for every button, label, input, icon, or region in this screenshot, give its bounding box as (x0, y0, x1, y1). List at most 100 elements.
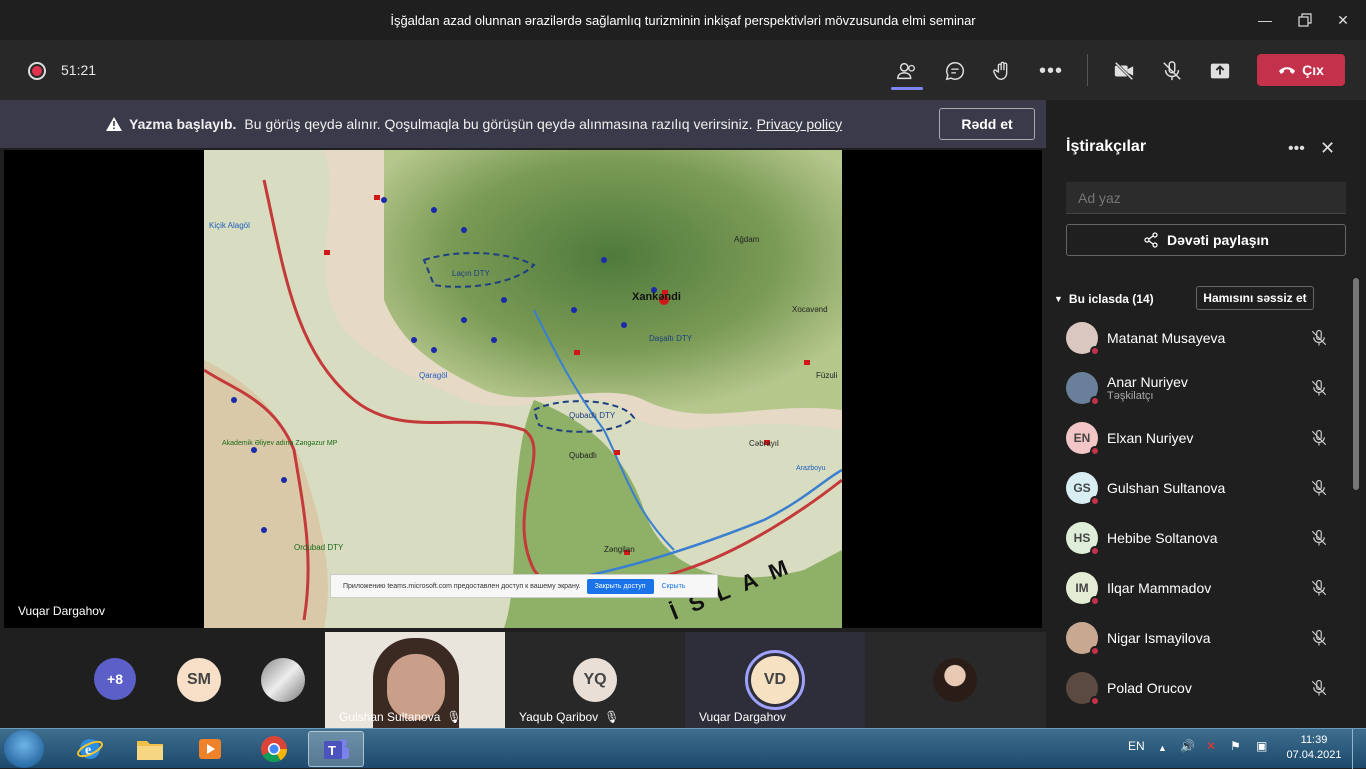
chat-button[interactable] (942, 58, 968, 84)
video-tile[interactable] (865, 632, 1046, 728)
presence-status-icon (1090, 696, 1100, 706)
map-label-xocavend: Xocavənd (792, 305, 828, 314)
presence-status-icon (1090, 596, 1100, 606)
tile-name-label: Gulshan Sultanova 🎙 (339, 710, 462, 724)
mic-off-icon[interactable] (1310, 529, 1328, 547)
participant-text: Matanat Musayeva (1098, 330, 1225, 346)
avatar: HS (1066, 522, 1100, 556)
raise-hand-button[interactable] (990, 58, 1016, 84)
participant-name: Nigar Ismayilova (1107, 630, 1211, 646)
camera-toggle-button[interactable] (1111, 58, 1137, 84)
map-label-qubadli: Qubadlı DTY (569, 411, 616, 420)
show-desktop-button[interactable] (1352, 729, 1366, 769)
participant-row[interactable]: Anar Nuriyev Təşkilatçı (1066, 363, 1346, 413)
tile-name-label: Vuqar Dargahov (699, 710, 786, 724)
panel-scrollbar[interactable] (1353, 278, 1359, 490)
avatar (1066, 672, 1100, 706)
mic-off-icon[interactable] (1310, 329, 1328, 347)
share-invite-button[interactable]: Dəvəti paylaşın (1066, 224, 1346, 256)
toolbar-divider (1087, 54, 1088, 86)
clock-date: 07.04.2021 (1286, 749, 1342, 761)
privacy-policy-link[interactable]: Privacy policy (757, 116, 843, 132)
avatar-initials: HS (1073, 531, 1091, 545)
video-gallery: +8 SM Gulshan Sultanova 🎙 YQ Yaqub Qarib… (0, 632, 1046, 734)
in-meeting-section-toggle[interactable]: ▼ Bu iclasda (14) (1054, 292, 1154, 306)
presence-status-icon (1090, 396, 1100, 406)
participant-row[interactable]: IM Ilqar Mammadov (1066, 563, 1346, 613)
map-label-arazboyu: Arazboyu (796, 465, 826, 472)
presence-status-icon (1090, 646, 1100, 656)
map-label-daslin: Daşaltı DTY (649, 334, 693, 343)
taskbar-explorer[interactable] (122, 731, 178, 767)
avatar: EN (1066, 422, 1100, 456)
shared-map-image: Xankəndi Laçın DTY Qubadlı DTY Kiçik Ala… (204, 150, 842, 628)
mic-off-icon[interactable] (1310, 379, 1328, 397)
video-tile[interactable]: YQ Yaqub Qaribov 🎙 (505, 632, 685, 728)
leave-button[interactable]: Çıx (1257, 54, 1345, 86)
taskbar-ie[interactable]: e (62, 731, 118, 767)
taskbar-chrome[interactable] (246, 731, 302, 767)
mic-toggle-button[interactable] (1159, 58, 1185, 84)
warning-icon (106, 117, 122, 131)
system-clock[interactable]: 11:39 07.04.2021 (1284, 733, 1344, 763)
volume-icon[interactable]: 🔊 (1180, 739, 1195, 753)
close-window-button[interactable]: ✕ (1320, 0, 1366, 40)
show-hidden-icons-icon[interactable]: ▲ (1158, 743, 1167, 753)
avatar[interactable]: SM (177, 658, 221, 702)
participant-row[interactable]: Polad Orucov (1066, 663, 1346, 713)
avatar-initials: GS (1073, 481, 1091, 495)
mic-off-icon[interactable] (1310, 629, 1328, 647)
section-label: Bu iclasda (14) (1068, 292, 1154, 306)
participant-search-input[interactable] (1066, 182, 1346, 214)
presence-status-icon (1090, 446, 1100, 456)
mic-off-icon[interactable] (1310, 579, 1328, 597)
participant-row[interactable]: Nigar Ismayilova (1066, 613, 1346, 663)
more-participants-badge[interactable]: +8 (94, 658, 136, 700)
participant-row[interactable]: EN Elxan Nuriyev (1066, 413, 1346, 463)
tile-name-label: Yaqub Qaribov 🎙 (519, 710, 619, 724)
ellipsis-icon: ••• (1038, 60, 1063, 82)
mic-off-icon[interactable] (1310, 429, 1328, 447)
share-screen-button[interactable] (1207, 58, 1233, 84)
clock-time: 11:39 (1300, 734, 1328, 746)
video-tile[interactable]: Gulshan Sultanova 🎙 (325, 632, 505, 734)
mic-off-icon[interactable] (1310, 479, 1328, 497)
shared-screen-stage: Xankəndi Laçın DTY Qubadlı DTY Kiçik Ala… (4, 150, 1042, 628)
tray-app-icon[interactable]: ▣ (1256, 739, 1267, 753)
taskbar-media-player[interactable] (182, 731, 238, 767)
start-button[interactable] (4, 730, 44, 768)
participant-name: Matanat Musayeva (1107, 330, 1226, 346)
mute-all-button[interactable]: Hamısını səssiz et (1196, 286, 1314, 310)
participant-row[interactable]: HS Hebibe Soltanova (1066, 513, 1346, 563)
map-label-qubadli-town: Qubadlı (569, 451, 597, 460)
stop-sharing-button[interactable]: Закрыть доступ (586, 578, 654, 594)
people-icon (897, 62, 915, 80)
folder-icon (137, 741, 163, 760)
language-indicator[interactable]: EN (1128, 739, 1145, 753)
mic-off-icon[interactable] (1310, 679, 1328, 697)
action-center-icon[interactable]: ⚑ (1230, 739, 1241, 753)
map-label-zangezur: Akademik Əliyev adına Zəngəzur MP (222, 440, 338, 447)
banner-message: Bu görüş qeydə alınır. Qoşulmaqla bu gör… (244, 116, 753, 132)
participant-row[interactable]: GS Gulshan Sultanova (1066, 463, 1346, 513)
avatar-initials: IM (1075, 581, 1089, 595)
avatar (1066, 622, 1100, 656)
map-label-zengilan: Zəngilan (604, 545, 635, 554)
participant-row[interactable]: Matanat Musayeva (1066, 313, 1346, 363)
panel-more-options-icon[interactable]: ••• (1288, 140, 1305, 158)
map-illustration: Xankəndi Laçın DTY Qubadlı DTY Kiçik Ala… (204, 150, 842, 628)
participants-button[interactable] (894, 58, 920, 84)
map-label-agdam: Ağdam (734, 235, 760, 244)
taskbar-teams[interactable]: T (308, 731, 364, 767)
panel-close-icon[interactable]: ✕ (1320, 138, 1335, 159)
network-icon[interactable]: ✕ (1206, 739, 1216, 753)
more-actions-button[interactable]: ••• (1038, 58, 1064, 84)
avatar[interactable] (261, 658, 305, 702)
map-label-lacin: Laçın DTY (452, 269, 490, 278)
hide-notice-link[interactable]: Скрыть (662, 583, 686, 590)
internet-explorer-icon: e (77, 739, 103, 759)
video-tile[interactable]: VD Vuqar Dargahov (685, 632, 865, 728)
mic-off-icon: 🎙 (446, 710, 462, 724)
windows-taskbar: e T EN ▲ 🔊 ✕ ⚑ ▣ 11:39 07.04.2021 (0, 728, 1366, 769)
decline-recording-button[interactable]: Rədd et (939, 108, 1035, 140)
